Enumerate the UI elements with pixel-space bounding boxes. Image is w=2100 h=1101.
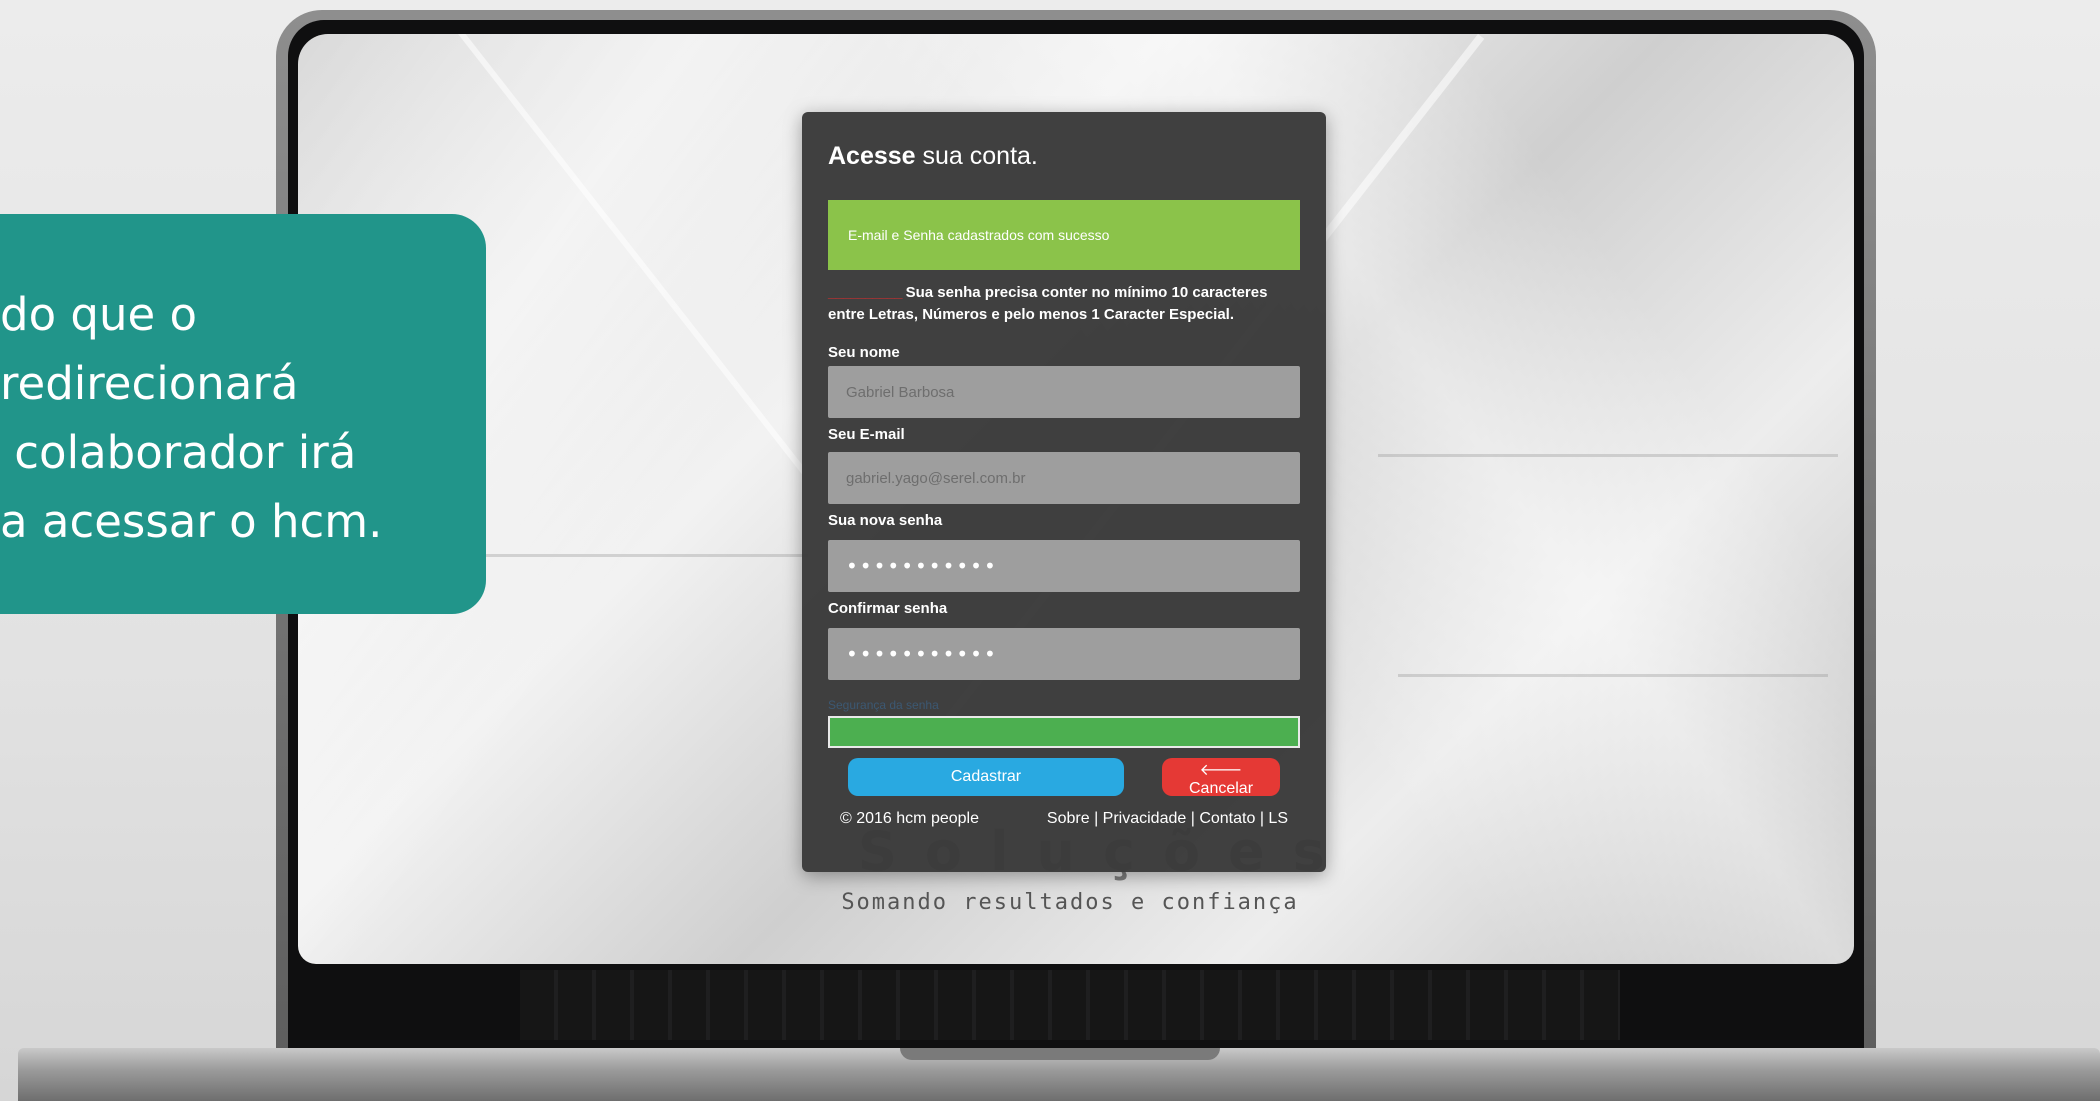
login-title: Acesse sua conta.	[828, 142, 1038, 171]
email-field[interactable]	[828, 452, 1300, 504]
hint-label: __________	[828, 284, 902, 301]
cancelar-button[interactable]: 🡐 Cancelar	[1162, 758, 1280, 797]
success-alert: E-mail e Senha cadastrados com sucesso	[828, 200, 1300, 270]
password-strength-fill	[830, 718, 1298, 746]
laptop-notch	[900, 1048, 1220, 1060]
link-sobre[interactable]: Sobre	[1047, 810, 1090, 827]
footer-links: Sobre | Privacidade | Contato | LS	[1046, 810, 1288, 827]
email-label: Seu E-mail	[828, 426, 905, 443]
cadastrar-button[interactable]: Cadastrar	[848, 758, 1124, 796]
link-ls[interactable]: LS	[1268, 810, 1288, 827]
login-title-rest: sua conta.	[915, 142, 1038, 170]
new-password-label: Sua nova senha	[828, 512, 943, 529]
cancelar-label: Cancelar	[1188, 780, 1254, 797]
arrow-left-icon: 🡐	[1199, 762, 1243, 779]
link-privacidade[interactable]: Privacidade	[1103, 810, 1187, 827]
new-password-field[interactable]	[828, 540, 1300, 592]
confirm-password-field[interactable]	[828, 628, 1300, 680]
login-card: Acesse sua conta. E-mail e Senha cadastr…	[802, 112, 1326, 872]
password-strength-label: Segurança da senha	[828, 698, 939, 712]
footer-copyright: © 2016 hcm people	[840, 810, 979, 827]
name-label: Seu nome	[828, 344, 900, 361]
name-field[interactable]	[828, 366, 1300, 418]
login-title-bold: Acesse	[828, 142, 916, 170]
brand-tagline: Somando resultados e confiança	[841, 890, 1299, 915]
password-strength-bar	[828, 716, 1300, 748]
callout-box: do que o redirecionará colaborador irá a…	[0, 214, 486, 614]
keyboard-reflection	[520, 970, 1620, 1040]
callout-text: do que o redirecionará colaborador irá a…	[0, 288, 383, 548]
password-hint: __________ Sua senha precisa conter no m…	[828, 282, 1300, 326]
link-contato[interactable]: Contato	[1199, 810, 1255, 827]
confirm-password-label: Confirmar senha	[828, 600, 948, 617]
